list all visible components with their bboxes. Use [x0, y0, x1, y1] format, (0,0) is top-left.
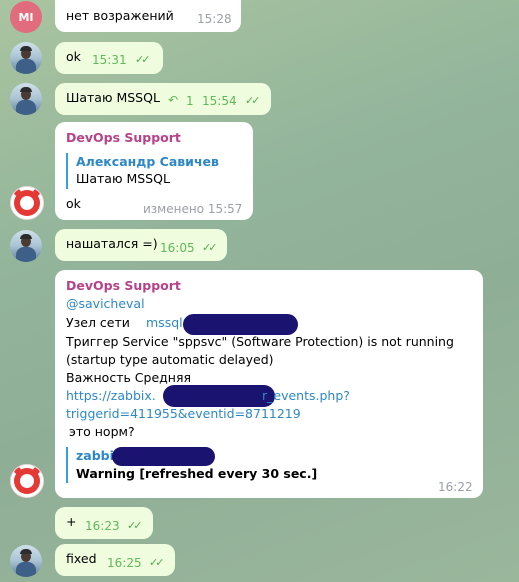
quote-text: Шатаю MSSQL [76, 171, 170, 186]
reply-quote[interactable]: Александр Савичев Шатаю MSSQL [66, 153, 219, 189]
message-bubble[interactable]: ok 15:31 ✓✓ [55, 42, 163, 74]
mention-link[interactable]: @savicheval [66, 294, 145, 313]
double-check-icon: ✓✓ [245, 94, 261, 107]
message-bubble[interactable]: DevOps Support Александр Савичев Шатаю M… [55, 122, 253, 220]
zabbix-link[interactable]: https://zabbix. [66, 386, 156, 405]
message-time: 16:05 [160, 241, 195, 255]
message-bubble[interactable]: Шатаю MSSQL ↶ 1 15:54 ✓✓ [55, 83, 271, 115]
double-check-icon: ✓✓ [127, 519, 143, 532]
message-text: ok [66, 49, 81, 64]
avatar-devops-support[interactable] [10, 464, 44, 498]
quote-author: Александр Савичев [76, 154, 219, 169]
zabbix-link-params[interactable]: triggerid=411955&eventid=8711219 [66, 404, 301, 423]
reply-arrow-icon[interactable]: ↶ [168, 93, 178, 107]
message-time: 15:28 [197, 12, 232, 26]
reply-count[interactable]: 1 [186, 94, 194, 108]
message-text: нашатался =) [66, 236, 158, 251]
redaction-mark [112, 447, 215, 466]
avatar[interactable] [10, 230, 42, 262]
message-bubble[interactable]: нашатался =) 16:05 ✓✓ [55, 229, 227, 261]
avatar[interactable] [10, 42, 42, 74]
trigger-text-cont: (startup type automatic delayed) [66, 352, 274, 367]
quote-text: Warning [refreshed every 30 sec.] [76, 466, 318, 481]
double-check-icon: ✓✓ [135, 53, 151, 66]
message-text: это норм? [69, 424, 135, 439]
message-bubble[interactable]: DevOps Support @savicheval Узел сети mss… [55, 270, 483, 498]
message-time: 15:31 [92, 53, 127, 67]
message-time: 16:23 [85, 519, 120, 533]
message-text: + [66, 514, 77, 529]
double-check-icon: ✓✓ [149, 556, 165, 569]
message-time: изменено 15:57 [143, 202, 243, 216]
avatar-mi[interactable]: MI [10, 1, 42, 33]
message-bubble[interactable]: нет возражений 15:28 [55, 0, 241, 32]
avatar-devops-support[interactable] [10, 186, 44, 220]
sender-name[interactable]: DevOps Support [66, 128, 181, 147]
message-time: 15:54 [202, 94, 237, 108]
host-label: Узел сети [66, 315, 130, 330]
trigger-text: Триггер Service "sppsvc" (Software Prote… [66, 334, 454, 349]
avatar[interactable] [10, 545, 42, 577]
message-text: нет возражений [66, 8, 174, 23]
message-bubble[interactable]: + 16:23 ✓✓ [55, 507, 153, 539]
message-time: 16:25 [107, 556, 142, 570]
sender-name[interactable]: DevOps Support [66, 276, 181, 295]
message-text: Шатаю MSSQL [66, 90, 160, 105]
message-time: 16:22 [438, 480, 473, 494]
message-bubble[interactable]: fixed 16:25 ✓✓ [55, 544, 175, 576]
avatar[interactable] [10, 83, 42, 115]
message-text: fixed [66, 551, 97, 566]
zabbix-link-end[interactable]: r_events.php? [262, 386, 350, 405]
message-text: ok [66, 196, 81, 211]
double-check-icon: ✓✓ [202, 241, 218, 254]
